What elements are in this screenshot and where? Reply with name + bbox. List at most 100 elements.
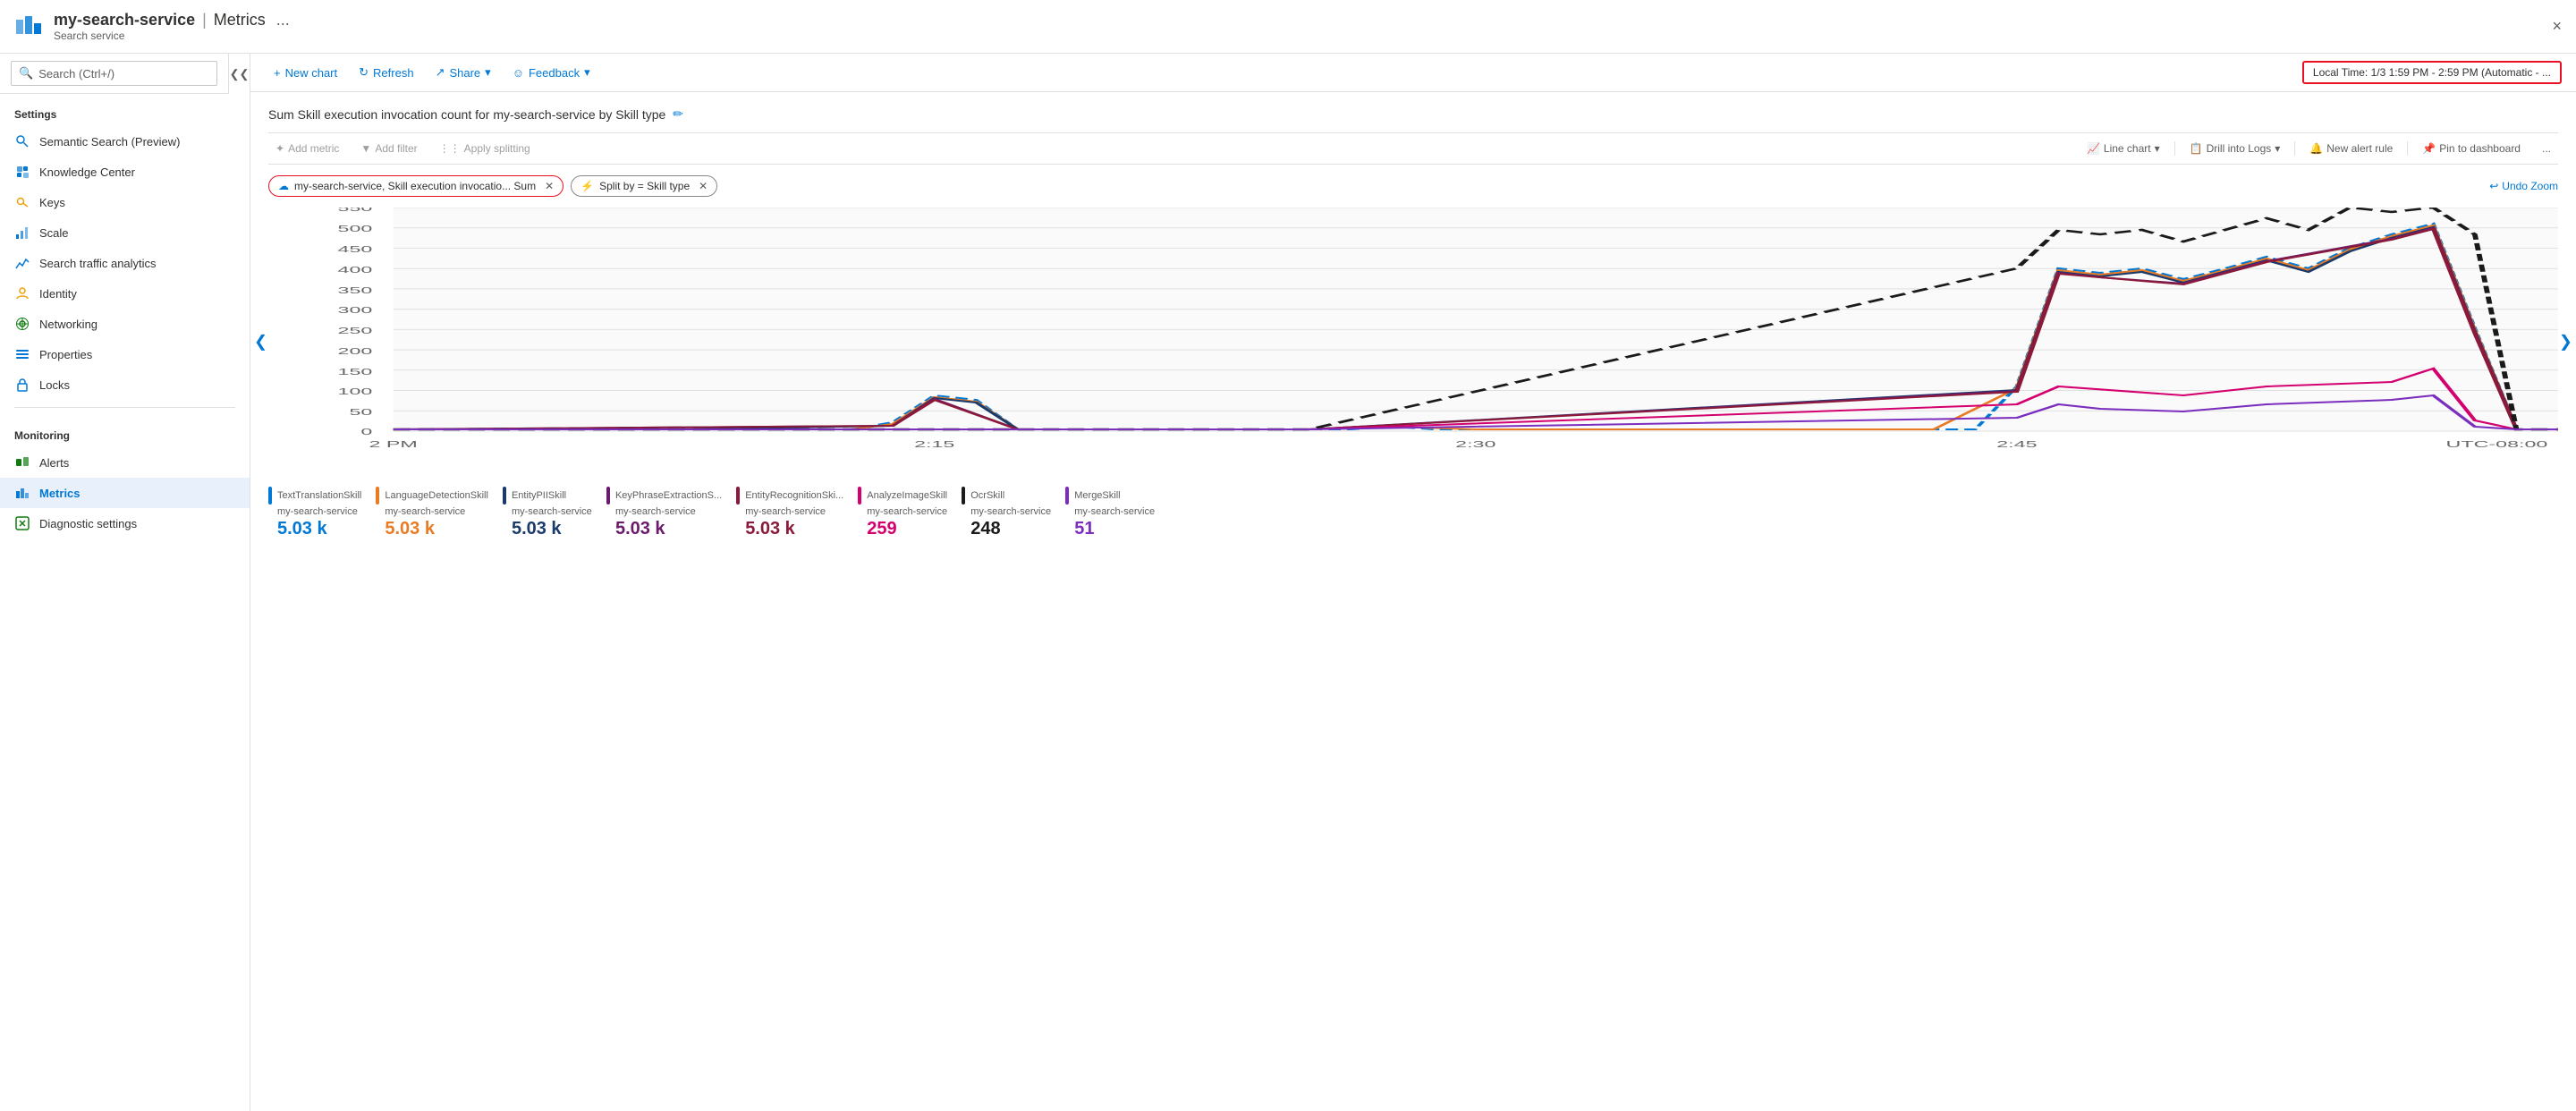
add-filter-button[interactable]: ▼ Add filter — [353, 139, 424, 158]
pin-dashboard-button[interactable]: 📌 Pin to dashboard — [2415, 139, 2528, 158]
legend-value: 5.03 k — [376, 519, 488, 539]
sidebar-item-locks[interactable]: Locks — [0, 369, 250, 400]
sidebar-item-scale[interactable]: Scale — [0, 217, 250, 248]
line-chart-icon: 📈 — [2087, 142, 2100, 155]
sidebar-item-label: Scale — [39, 226, 69, 240]
share-label: Share — [449, 66, 480, 80]
close-button[interactable]: × — [2552, 17, 2562, 36]
chart-wrapper: ❮ ❯ — [268, 208, 2558, 476]
legend-label: EntityRecognitionSki... — [745, 490, 843, 501]
lock-icon — [14, 377, 30, 393]
search-placeholder: Search (Ctrl+/) — [38, 67, 114, 81]
more-options-button[interactable]: ... — [2535, 139, 2558, 158]
key-icon — [14, 194, 30, 210]
search-input[interactable]: 🔍 Search (Ctrl+/) — [11, 61, 217, 86]
sidebar-item-label: Identity — [39, 287, 77, 301]
sidebar-item-label: Diagnostic settings — [39, 517, 137, 530]
legend-color-analyze-image — [858, 487, 861, 505]
legend-service: my-search-service — [376, 506, 488, 517]
pin-icon: 📌 — [2422, 142, 2436, 155]
sidebar-item-label: Search traffic analytics — [39, 257, 157, 270]
page-name: Metrics — [214, 11, 266, 30]
header-pipe: | — [202, 11, 207, 30]
sidebar-item-identity[interactable]: Identity — [0, 278, 250, 309]
edit-title-icon[interactable]: ✏ — [673, 106, 683, 122]
legend-item: EntityRecognitionSki... my-search-servic… — [736, 487, 843, 539]
feedback-button[interactable]: ☺ Feedback ▾ — [504, 61, 599, 84]
legend-item: KeyPhraseExtractionS... my-search-servic… — [606, 487, 722, 539]
sidebar-item-diagnostic[interactable]: Diagnostic settings — [0, 508, 250, 539]
sidebar-item-knowledge-center[interactable]: Knowledge Center — [0, 157, 250, 187]
legend-label: EntityPIISkill — [512, 490, 566, 501]
drill-logs-label: Drill into Logs — [2207, 142, 2272, 155]
svg-text:500: 500 — [338, 224, 373, 233]
toolbar-sep-3 — [2407, 141, 2408, 156]
line-chart-button[interactable]: 📈 Line chart ▾ — [2080, 139, 2167, 158]
alerts-icon — [14, 454, 30, 471]
undo-zoom-button[interactable]: ↩ Undo Zoom — [2489, 180, 2558, 192]
drill-logs-button[interactable]: 📋 Drill into Logs ▾ — [2182, 139, 2288, 158]
legend-item: MergeSkill my-search-service 51 — [1065, 487, 1155, 539]
legend-service: my-search-service — [962, 506, 1051, 517]
sidebar-item-properties[interactable]: Properties — [0, 339, 250, 369]
legend-value: 5.03 k — [736, 519, 843, 539]
apply-splitting-label: Apply splitting — [464, 142, 530, 155]
sidebar-item-alerts[interactable]: Alerts — [0, 447, 250, 478]
sidebar-item-semantic-search[interactable]: Semantic Search (Preview) — [0, 126, 250, 157]
legend-color-ocr — [962, 487, 965, 505]
app-header: my-search-service | Metrics ... Search s… — [0, 0, 2576, 54]
sidebar-item-search-traffic[interactable]: Search traffic analytics — [0, 248, 250, 278]
legend-label: OcrSkill — [970, 490, 1004, 501]
monitoring-section-label: Monitoring — [0, 415, 250, 447]
refresh-label: Refresh — [373, 66, 414, 80]
svg-text:400: 400 — [338, 265, 373, 275]
new-chart-label: New chart — [285, 66, 338, 80]
line-chart-chevron: ▾ — [2155, 142, 2160, 155]
alert-icon: 🔔 — [2309, 142, 2323, 155]
drill-logs-icon: 📋 — [2190, 142, 2203, 155]
filter-icon: ▼ — [360, 142, 371, 155]
new-alert-rule-button[interactable]: 🔔 New alert rule — [2302, 139, 2400, 158]
legend-color-language — [376, 487, 379, 505]
pin-label: Pin to dashboard — [2439, 142, 2521, 155]
legend-value: 248 — [962, 519, 1051, 539]
properties-icon — [14, 346, 30, 362]
sidebar-item-keys[interactable]: Keys — [0, 187, 250, 217]
analytics-icon — [14, 255, 30, 271]
apply-splitting-button[interactable]: ⋮⋮ Apply splitting — [432, 139, 538, 158]
metric-pill: ☁ my-search-service, Skill execution inv… — [268, 175, 564, 197]
splitting-icon: ⋮⋮ — [439, 142, 461, 155]
legend-color-key-phrase — [606, 487, 610, 505]
refresh-button[interactable]: ↻ Refresh — [350, 61, 422, 84]
legend-color-entity-recog — [736, 487, 740, 505]
metric-pill-close[interactable]: ✕ — [545, 180, 554, 192]
legend-item: AnalyzeImageSkill my-search-service 259 — [858, 487, 947, 539]
legend-item: TextTranslationSkill my-search-service 5… — [268, 487, 361, 539]
legend-service: my-search-service — [606, 506, 722, 517]
metric-pills-row: ☁ my-search-service, Skill execution inv… — [268, 175, 2558, 197]
scale-icon — [14, 225, 30, 241]
legend-value: 51 — [1065, 519, 1155, 539]
sidebar-collapse-button[interactable]: ❮❮ — [228, 54, 250, 94]
sidebar-item-metrics[interactable]: Metrics — [0, 478, 250, 508]
line-chart-label: Line chart — [2104, 142, 2151, 155]
chart-nav-right-button[interactable]: ❯ — [2559, 333, 2572, 352]
sidebar-divider — [14, 407, 235, 408]
split-pill-close[interactable]: ✕ — [699, 180, 708, 192]
header-more-button[interactable]: ... — [276, 11, 290, 30]
legend-service: my-search-service — [736, 506, 843, 517]
new-chart-button[interactable]: + New chart — [265, 62, 346, 84]
add-metric-button[interactable]: ✦ Add metric — [268, 139, 346, 158]
content-area: + New chart ↻ Refresh ↗ Share ▾ ☺ Feedba… — [250, 54, 2576, 1111]
share-button[interactable]: ↗ Share ▾ — [427, 61, 500, 84]
sidebar-item-networking[interactable]: Networking — [0, 309, 250, 339]
legend-label: LanguageDetectionSkill — [385, 490, 488, 501]
time-range-button[interactable]: Local Time: 1/3 1:59 PM - 2:59 PM (Autom… — [2302, 61, 2562, 84]
chart-nav-left-button[interactable]: ❮ — [254, 333, 267, 352]
svg-text:450: 450 — [338, 244, 373, 254]
split-icon: ⚡ — [580, 180, 594, 192]
legend-color-text-translation — [268, 487, 272, 505]
sidebar-search-area: 🔍 Search (Ctrl+/) — [0, 54, 228, 94]
drill-logs-chevron: ▾ — [2275, 142, 2280, 155]
svg-text:300: 300 — [338, 305, 373, 315]
